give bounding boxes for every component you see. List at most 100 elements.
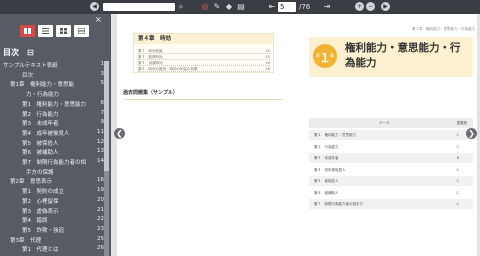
- toc-item[interactable]: サンプルテキスト表紙 1: [0, 61, 104, 70]
- search-icon[interactable]: ⌕: [176, 1, 186, 13]
- table-row: 第１ 権利能力・意思能力 C: [309, 130, 473, 140]
- toc-item[interactable]: 第6 被補助人 13: [0, 148, 104, 157]
- toc-item[interactable]: 第1 権利能力・意思能力 6: [0, 100, 104, 109]
- left-page: 第４章 時効 第１ 時効総論 44 第２ 取得時効 45 第３ 消滅時効 46 第４ 時効の…: [117, 14, 297, 256]
- pen-icon[interactable]: ✎: [212, 1, 222, 13]
- back-arrow-icon[interactable]: ◀: [90, 2, 99, 11]
- chapter-line-page: 48: [265, 67, 270, 71]
- toc-item[interactable]: 第1 代理とは 26: [0, 245, 104, 254]
- toc-item-page: 14: [97, 158, 104, 164]
- table-row: 第３ 未成年者 B: [309, 153, 473, 163]
- toc-title: 目次 ⊟: [3, 48, 34, 57]
- list-icon: [42, 28, 49, 34]
- toc-item[interactable]: 第4 錯誤 22: [0, 216, 104, 225]
- forward-arrow-icon[interactable]: ▶: [381, 2, 390, 11]
- toc-item-label: 第7 制限行為能力者の相: [22, 160, 87, 166]
- toc-item-page: 9: [100, 119, 105, 126]
- toc-item[interactable]: 第2章 意思表示 16: [0, 177, 104, 186]
- toc-item[interactable]: 第5 詐欺・強迫 23: [0, 226, 104, 235]
- toc-item-page: 19: [97, 187, 104, 194]
- toc-item[interactable]: 力・行為能力: [0, 90, 104, 99]
- chapter-contents-box: 第４章 時効 第１ 時効総論 44 第２ 取得時効 45 第３ 消滅時効 46 第４ 時効の…: [133, 33, 274, 73]
- toc-item[interactable]: 第2 心裡留保 20: [0, 197, 104, 206]
- running-head: 第１章 権利能力・意思能力・行為能力: [412, 27, 475, 31]
- toc-item-label: 第4 成年被後見人: [22, 130, 70, 137]
- toc-item[interactable]: 目次 3: [0, 71, 104, 80]
- toc-item-label: 力・行為能力: [26, 92, 60, 99]
- toc-item[interactable]: 手方の保護: [0, 168, 104, 177]
- toc-item[interactable]: 第7 制限行為能力者の相 14: [0, 158, 104, 167]
- bookmark-icon: [78, 28, 85, 34]
- tag-icon[interactable]: ◆: [224, 1, 234, 13]
- table-cell-rank: B: [456, 156, 459, 160]
- table-cell-rank: C: [456, 167, 459, 172]
- zoom-out-icon[interactable]: −: [366, 2, 375, 11]
- prev-page-arrow-icon[interactable]: ❮: [114, 128, 125, 139]
- toc-item-page: 21: [97, 206, 104, 213]
- next-page-arrow-icon[interactable]: ❯: [466, 128, 477, 139]
- toc-item-page: 20: [97, 196, 104, 203]
- table-cell-theme: 第６ 被補助人: [314, 190, 339, 195]
- scrollbar-thumb[interactable]: [104, 61, 109, 171]
- toc-item-label: 第1章 権利能力・意思能: [10, 82, 75, 89]
- toc-item-page: 22: [97, 216, 104, 223]
- close-icon[interactable]: ×: [95, 15, 102, 25]
- last-page-icon[interactable]: ⇥: [322, 1, 332, 13]
- table-cell-theme: 第５ 被保佐人: [314, 179, 339, 183]
- toc-item[interactable]: 第2 行為能力 7: [0, 110, 104, 119]
- toc-item-label: 目次: [22, 72, 34, 79]
- sidebar-scrollbar[interactable]: [104, 61, 109, 256]
- table-row: 第６ 被補助人 C: [309, 188, 473, 198]
- zoom-in-icon[interactable]: +: [355, 2, 364, 11]
- toc-item[interactable]: 第1章 権利能力・意思能 5: [0, 80, 104, 89]
- chapter-line[interactable]: 第４ 時効の援用・時効の利益の放棄 48: [138, 66, 270, 72]
- table-cell-theme: 第２ 行為能力: [314, 144, 339, 149]
- table-cell-rank: C: [456, 190, 459, 195]
- tab-bookmarks[interactable]: [74, 25, 89, 37]
- toc-item-page: 13: [97, 148, 104, 155]
- tab-thumbnails[interactable]: [56, 25, 71, 37]
- chapter-badge: １ 第 章: [313, 44, 337, 68]
- table-row: 第７ 制限行為能力者の相手方 C: [309, 199, 473, 209]
- page-number-input[interactable]: 5: [278, 2, 296, 12]
- toc-item-page: 25: [97, 235, 104, 242]
- toc-sidebar: × 目次 ⊟ サンプルテキスト表紙 1 目次 3 第1章 権利能力・意思能 5 力・行為能力…: [0, 14, 111, 256]
- toc-item[interactable]: 第5 被保佐人 12: [0, 139, 104, 148]
- toc-item-page: 23: [97, 225, 104, 232]
- table-cell-rank: C: [456, 133, 459, 137]
- divider: [123, 99, 283, 100]
- toc-item-label: 第3 虚偽表示: [22, 208, 59, 215]
- trash-icon[interactable]: ▤: [236, 1, 246, 13]
- tab-book[interactable]: [20, 25, 35, 37]
- page-viewer: 第４章 時効 第１ 時効総論 44 第２ 取得時効 45 第３ 消滅時効 46 第４ 時効の…: [111, 14, 480, 256]
- toc-item-page: 6: [100, 99, 105, 106]
- search-input[interactable]: [103, 3, 175, 11]
- toc-item[interactable]: 第3章 代理 25: [0, 236, 104, 245]
- toc-item[interactable]: 第4 成年被後見人 11: [0, 129, 104, 138]
- toc-item-page: 26: [97, 245, 104, 252]
- toc-item-label: 第2 行為能力: [22, 111, 59, 118]
- chapter-badge-suffix: 章: [330, 53, 334, 58]
- table-header-importance: 重要度: [456, 121, 468, 125]
- toc-item[interactable]: 第1 契約の成立 19: [0, 187, 104, 196]
- toc-item-label: 第5 被保佐人: [22, 140, 59, 147]
- toc-item-label: 第6 被補助人: [22, 150, 59, 157]
- toc-item-label: 第2 心裡留保: [22, 198, 59, 205]
- toc-item-label: サンプルテキスト表紙: [3, 63, 58, 69]
- toc-item-page: 3: [100, 70, 105, 77]
- chapter-line-label: 第１ 時効総論: [138, 49, 163, 53]
- tab-list[interactable]: [38, 25, 53, 37]
- chapter-title: 権利能力・意思能力・行為能力: [345, 42, 461, 69]
- toc-item-label: 第5 詐欺・強迫: [22, 227, 64, 234]
- toc-item-label: 第2章 意思表示: [10, 179, 52, 186]
- highlight-icon[interactable]: ◎: [200, 1, 210, 13]
- page-total: /76: [299, 3, 311, 11]
- toc-item-label: 第4 錯誤: [22, 218, 48, 225]
- toc-item[interactable]: 第3 虚偽表示 21: [0, 207, 104, 216]
- toc-item-page: 16: [97, 177, 104, 184]
- first-page-icon[interactable]: ⇤: [267, 1, 277, 13]
- table-cell-theme: 第１ 権利能力・意思能力: [314, 133, 356, 137]
- toc-item[interactable]: 第3 未成年者 9: [0, 119, 104, 128]
- toc-item-label: 手方の保護: [26, 169, 54, 176]
- toc-item-label: 第3 未成年者: [22, 121, 59, 128]
